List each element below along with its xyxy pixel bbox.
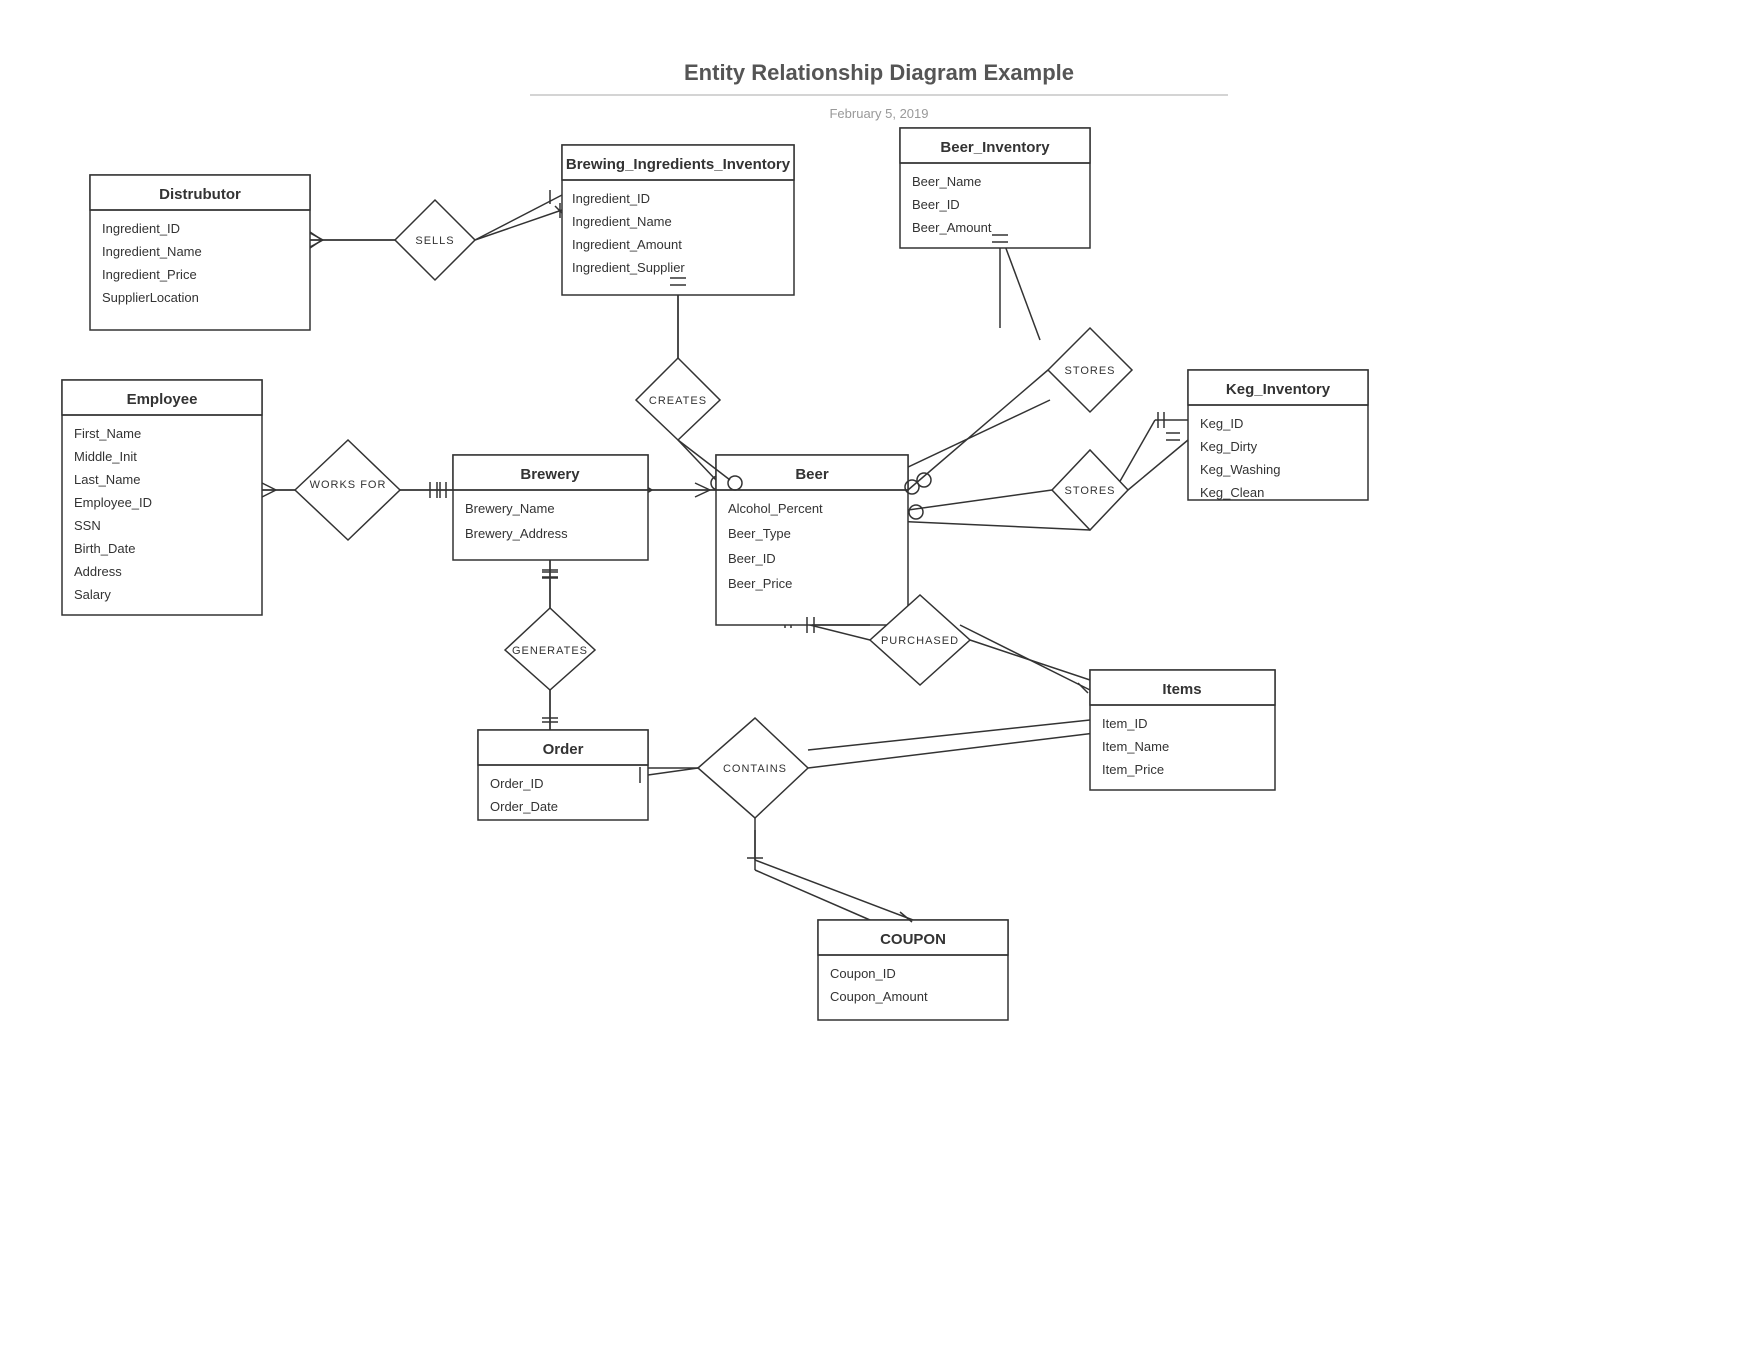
relationship-generates: GENERATES — [505, 608, 595, 690]
svg-text:Coupon_Amount: Coupon_Amount — [830, 989, 928, 1004]
relationship-works-for: WORKS FOR — [295, 440, 400, 540]
svg-text:Ingredient_Name: Ingredient_Name — [102, 244, 202, 259]
svg-text:STORES: STORES — [1064, 365, 1115, 377]
svg-text:First_Name: First_Name — [74, 426, 141, 441]
entity-order: Order Order_ID Order_Date — [478, 730, 648, 820]
svg-text:SupplierLocation: SupplierLocation — [102, 290, 199, 305]
entity-keg-inventory: Keg_Inventory Keg_ID Keg_Dirty Keg_Washi… — [1188, 370, 1368, 500]
svg-text:Ingredient_Name: Ingredient_Name — [572, 214, 672, 229]
svg-text:Items: Items — [1162, 681, 1201, 698]
svg-text:Keg_Clean: Keg_Clean — [1200, 485, 1264, 500]
svg-text:Beer_ID: Beer_ID — [728, 551, 776, 566]
svg-text:COUPON: COUPON — [880, 931, 946, 948]
svg-text:Keg_Dirty: Keg_Dirty — [1200, 439, 1258, 454]
svg-text:Alcohol_Percent: Alcohol_Percent — [728, 501, 823, 516]
svg-text:Employee_ID: Employee_ID — [74, 495, 152, 510]
svg-text:Brewery_Address: Brewery_Address — [465, 526, 568, 541]
svg-text:Beer_Price: Beer_Price — [728, 576, 792, 591]
erd-diagram: Entity Relationship Diagram Example Febr… — [0, 0, 1758, 1358]
svg-text:PURCHASED: PURCHASED — [881, 635, 959, 647]
svg-text:Salary: Salary — [74, 587, 111, 602]
entity-brewery: Brewery Brewery_Name Brewery_Address — [453, 455, 648, 560]
svg-text:SELLS: SELLS — [415, 235, 454, 247]
svg-text:Beer_ID: Beer_ID — [912, 197, 960, 212]
svg-text:Coupon_ID: Coupon_ID — [830, 966, 896, 981]
svg-text:Last_Name: Last_Name — [74, 472, 140, 487]
svg-text:Beer: Beer — [795, 466, 829, 483]
relationship-sells: SELLS — [395, 200, 475, 280]
svg-text:Order_Date: Order_Date — [490, 799, 558, 814]
svg-text:Keg_Inventory: Keg_Inventory — [1226, 381, 1331, 398]
entity-brewing-ingredients: Brewing_Ingredients_Inventory Ingredient… — [562, 145, 794, 295]
svg-text:Ingredient_Price: Ingredient_Price — [102, 267, 197, 282]
svg-text:GENERATES: GENERATES — [512, 645, 588, 657]
svg-text:Middle_Init: Middle_Init — [74, 449, 137, 464]
svg-text:Ingredient_ID: Ingredient_ID — [572, 191, 650, 206]
relationship-contains: CONTAINS — [698, 718, 808, 818]
svg-text:Birth_Date: Birth_Date — [74, 541, 135, 556]
entity-beer-inventory: Beer_Inventory Beer_Name Beer_ID Beer_Am… — [900, 128, 1090, 248]
svg-text:Beer_Amount: Beer_Amount — [912, 220, 992, 235]
svg-text:CREATES: CREATES — [649, 395, 707, 407]
relationship-stores-2: STORES — [1052, 450, 1128, 530]
svg-text:Beer_Type: Beer_Type — [728, 526, 791, 541]
svg-text:Order: Order — [543, 741, 584, 758]
svg-text:Brewery_Name: Brewery_Name — [465, 501, 555, 516]
svg-text:Order_ID: Order_ID — [490, 776, 543, 791]
svg-text:Ingredient_Supplier: Ingredient_Supplier — [572, 260, 685, 275]
diagram-subtitle: February 5, 2019 — [829, 106, 928, 121]
entity-distrubutor: Distrubutor Ingredient_ID Ingredient_Nam… — [90, 175, 310, 330]
svg-text:Beer_Name: Beer_Name — [912, 174, 981, 189]
entity-employee: Employee First_Name Middle_Init Last_Nam… — [62, 380, 262, 615]
entity-items: Items Item_ID Item_Name Item_Price — [1090, 670, 1275, 790]
svg-text:Distrubutor: Distrubutor — [159, 186, 241, 203]
svg-text:Item_ID: Item_ID — [1102, 716, 1148, 731]
entity-coupon: COUPON Coupon_ID Coupon_Amount — [818, 920, 1008, 1020]
svg-text:Item_Name: Item_Name — [1102, 739, 1169, 754]
relationship-creates: CREATES — [636, 358, 720, 440]
svg-text:Address: Address — [74, 564, 122, 579]
entity-beer: Beer Alcohol_Percent Beer_Type Beer_ID B… — [716, 455, 908, 625]
svg-text:Item_Price: Item_Price — [1102, 762, 1164, 777]
svg-text:Ingredient_Amount: Ingredient_Amount — [572, 237, 682, 252]
svg-text:Ingredient_ID: Ingredient_ID — [102, 221, 180, 236]
svg-text:Beer_Inventory: Beer_Inventory — [940, 139, 1050, 156]
svg-text:Keg_Washing: Keg_Washing — [1200, 462, 1280, 477]
svg-text:Brewery: Brewery — [520, 466, 580, 483]
diagram-title: Entity Relationship Diagram Example — [684, 60, 1074, 85]
svg-text:Employee: Employee — [127, 391, 198, 408]
svg-text:Brewing_Ingredients_Inventory: Brewing_Ingredients_Inventory — [566, 156, 791, 173]
svg-text:CONTAINS: CONTAINS — [723, 763, 787, 775]
svg-text:STORES: STORES — [1064, 485, 1115, 497]
svg-text:Keg_ID: Keg_ID — [1200, 416, 1243, 431]
relationship-stores-1: STORES — [1048, 328, 1132, 412]
svg-text:WORKS FOR: WORKS FOR — [310, 479, 387, 491]
svg-text:SSN: SSN — [74, 518, 101, 533]
